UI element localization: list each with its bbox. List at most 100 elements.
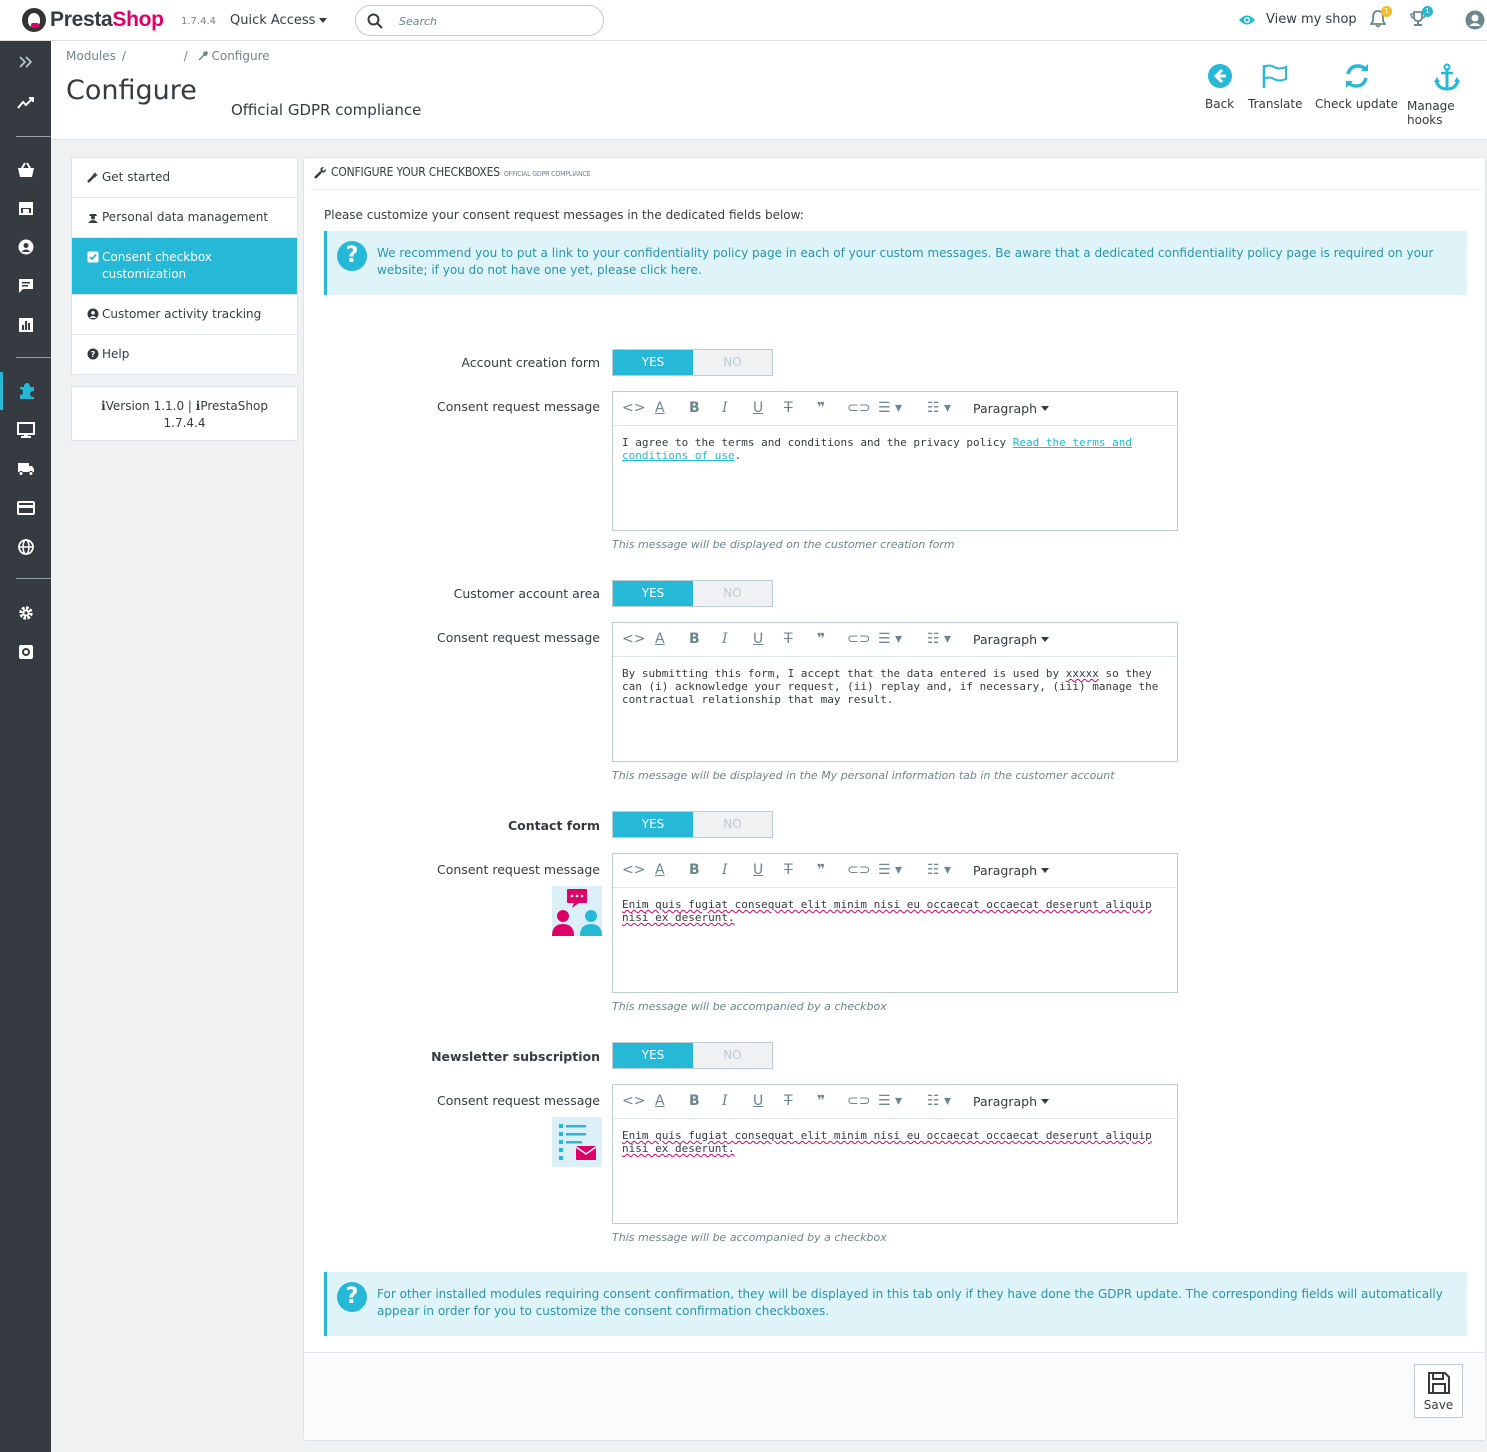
customer-account-editor[interactable]: <> A B I U T ❞ ⊂⊃ ☰ ▾ ☷ ▾ Paragraph By s… xyxy=(612,622,1178,762)
paragraph-dropdown[interactable]: Paragraph xyxy=(973,1093,1050,1109)
italic-icon[interactable]: I xyxy=(722,400,728,416)
italic-icon[interactable]: I xyxy=(722,862,728,878)
numbered-list-icon[interactable]: ☷ ▾ xyxy=(927,862,951,878)
numbered-list-icon[interactable]: ☷ ▾ xyxy=(927,1093,951,1109)
numbered-list-icon[interactable]: ☷ ▾ xyxy=(927,631,951,647)
switch-yes[interactable]: YES xyxy=(613,350,693,375)
bold-icon[interactable]: B xyxy=(689,631,700,647)
sidebar-item-international[interactable] xyxy=(0,528,51,566)
editor-content[interactable]: I agree to the terms and conditions and … xyxy=(613,426,1177,472)
link-icon[interactable]: ⊂⊃ xyxy=(847,631,870,647)
save-button[interactable]: Save xyxy=(1414,1364,1463,1418)
editor-content[interactable]: Enim quis fugiat consequat elit minim ni… xyxy=(613,888,1177,934)
link-icon[interactable]: ⊂⊃ xyxy=(847,1093,870,1109)
sidebar-item-shipping[interactable] xyxy=(0,450,51,488)
account-creation-editor[interactable]: <> A B I U T ❞ ⊂⊃ ☰ ▾ ☷ ▾ Paragraph I ag… xyxy=(612,391,1178,531)
quote-icon[interactable]: ❞ xyxy=(817,862,825,878)
underline-icon[interactable]: U xyxy=(753,400,763,416)
sidebar-item-design[interactable] xyxy=(0,411,51,449)
switch-no[interactable]: NO xyxy=(693,581,772,606)
newsletter-editor[interactable]: <> A B I U T ❞ ⊂⊃ ☰ ▾ ☷ ▾ Paragraph Enim… xyxy=(612,1084,1178,1224)
sidebar-item-modules[interactable] xyxy=(0,372,51,410)
switch-yes[interactable]: YES xyxy=(613,1043,693,1068)
sidebar-item-customers[interactable] xyxy=(0,228,51,266)
quote-icon[interactable]: ❞ xyxy=(817,1093,825,1109)
back-button[interactable]: Back xyxy=(1205,63,1234,111)
underline-icon[interactable]: U xyxy=(753,862,763,878)
newsletter-module-icon xyxy=(552,1117,602,1167)
tab-consent-checkbox-customization[interactable]: Consent checkbox customization xyxy=(72,238,297,295)
tab-help[interactable]: ? Help xyxy=(72,335,297,374)
switch-yes[interactable]: YES xyxy=(613,812,693,837)
notifications-button[interactable]: 1 xyxy=(1369,6,1392,31)
bullet-list-icon[interactable]: ☰ ▾ xyxy=(878,862,902,878)
breadcrumb-modules[interactable]: Modules xyxy=(66,49,116,63)
contact-form-editor[interactable]: <> A B I U T ❞ ⊂⊃ ☰ ▾ ☷ ▾ Paragraph Enim… xyxy=(612,853,1178,993)
sidebar-expand[interactable] xyxy=(0,43,51,81)
switch-no[interactable]: NO xyxy=(693,812,772,837)
quick-access-dropdown[interactable]: Quick Access xyxy=(230,13,328,28)
bullet-list-icon[interactable]: ☰ ▾ xyxy=(878,400,902,416)
dashboard-icon xyxy=(16,97,34,109)
editor-content[interactable]: By submitting this form, I accept that t… xyxy=(613,657,1177,716)
text-color-icon[interactable]: A xyxy=(655,1093,665,1109)
tab-get-started[interactable]: Get started xyxy=(72,158,297,198)
paragraph-dropdown[interactable]: Paragraph xyxy=(973,400,1050,416)
numbered-list-icon[interactable]: ☷ ▾ xyxy=(927,400,951,416)
editor-content[interactable]: Enim quis fugiat consequat elit minim ni… xyxy=(613,1119,1177,1165)
text-color-icon[interactable]: A xyxy=(655,862,665,878)
manage-hooks-button[interactable]: Manage hooks xyxy=(1407,63,1487,127)
prestashop-logo[interactable]: PrestaShop xyxy=(22,8,164,32)
switch-no[interactable]: NO xyxy=(693,1043,772,1068)
paragraph-dropdown[interactable]: Paragraph xyxy=(973,631,1050,647)
source-code-icon[interactable]: <> xyxy=(622,862,645,878)
sidebar-item-advanced[interactable] xyxy=(0,633,51,671)
sidebar-item-settings[interactable] xyxy=(0,594,51,632)
customer-account-switch[interactable]: YES NO xyxy=(612,580,773,607)
user-menu-button[interactable] xyxy=(1465,10,1485,33)
account-creation-switch[interactable]: YES NO xyxy=(612,349,773,376)
source-code-icon[interactable]: <> xyxy=(622,631,645,647)
bold-icon[interactable]: B xyxy=(689,1093,700,1109)
link-icon[interactable]: ⊂⊃ xyxy=(847,862,870,878)
tab-customer-activity-tracking[interactable]: Customer activity tracking xyxy=(72,295,297,335)
switch-yes[interactable]: YES xyxy=(613,581,693,606)
quote-icon[interactable]: ❞ xyxy=(817,631,825,647)
sidebar-item-messages[interactable] xyxy=(0,267,51,305)
bold-icon[interactable]: B xyxy=(689,400,700,416)
translate-button[interactable]: Translate xyxy=(1248,63,1303,111)
link-icon[interactable]: ⊂⊃ xyxy=(847,400,870,416)
sidebar-item-dashboard[interactable] xyxy=(0,84,51,122)
notifications-badge: 1 xyxy=(1381,6,1392,17)
strikethrough-icon[interactable]: T xyxy=(784,1093,793,1109)
quote-icon[interactable]: ❞ xyxy=(817,400,825,416)
search-input[interactable] xyxy=(399,12,589,30)
bullet-list-icon[interactable]: ☰ ▾ xyxy=(878,1093,902,1109)
underline-icon[interactable]: U xyxy=(753,631,763,647)
sidebar-item-catalog[interactable] xyxy=(0,189,51,227)
source-code-icon[interactable]: <> xyxy=(622,400,645,416)
sidebar-item-payment[interactable] xyxy=(0,489,51,527)
trophy-button[interactable]: 1 xyxy=(1409,6,1433,31)
strikethrough-icon[interactable]: T xyxy=(784,631,793,647)
newsletter-switch[interactable]: YES NO xyxy=(612,1042,773,1069)
sidebar-item-orders[interactable] xyxy=(0,151,51,189)
tab-personal-data-management[interactable]: Personal data management xyxy=(72,198,297,238)
strikethrough-icon[interactable]: T xyxy=(784,862,793,878)
italic-icon[interactable]: I xyxy=(722,1093,728,1109)
bullet-list-icon[interactable]: ☰ ▾ xyxy=(878,631,902,647)
bold-icon[interactable]: B xyxy=(689,862,700,878)
switch-no[interactable]: NO xyxy=(693,350,772,375)
text-color-icon[interactable]: A xyxy=(655,631,665,647)
strikethrough-icon[interactable]: T xyxy=(784,400,793,416)
sidebar-item-stats[interactable] xyxy=(0,306,51,344)
check-update-button[interactable]: Check update xyxy=(1315,63,1398,111)
italic-icon[interactable]: I xyxy=(722,631,728,647)
text-color-icon[interactable]: A xyxy=(655,400,665,416)
source-code-icon[interactable]: <> xyxy=(622,1093,645,1109)
paragraph-dropdown[interactable]: Paragraph xyxy=(973,862,1050,878)
contact-form-switch[interactable]: YES NO xyxy=(612,811,773,838)
underline-icon[interactable]: U xyxy=(753,1093,763,1109)
view-my-shop-link[interactable]: View my shop xyxy=(1238,12,1357,27)
search-box[interactable] xyxy=(355,5,604,36)
